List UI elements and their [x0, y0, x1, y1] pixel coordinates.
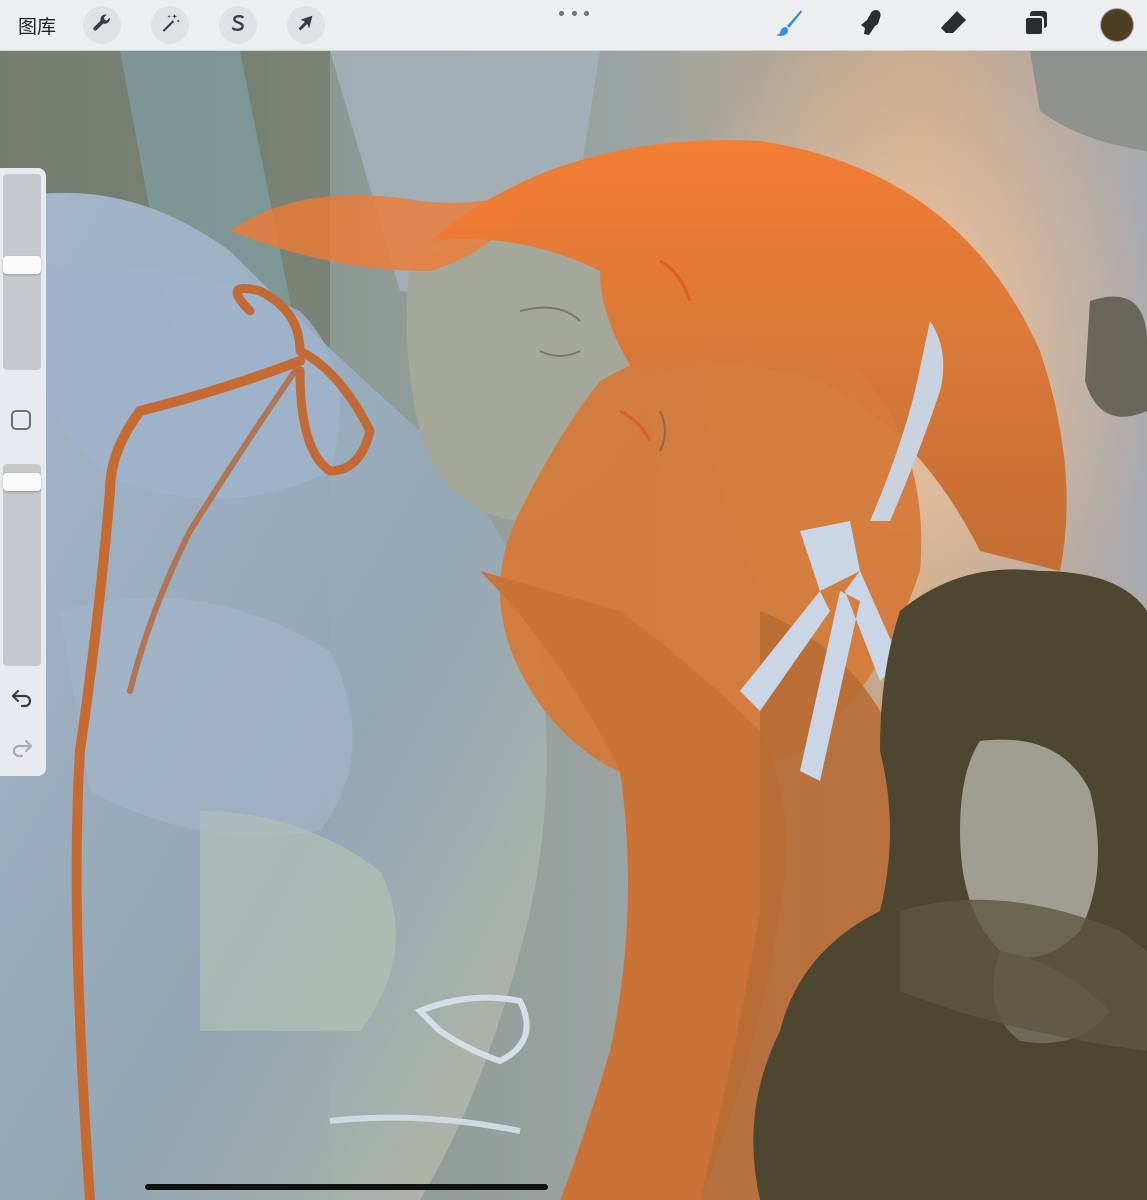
top-toolbar: 图库 — [0, 0, 1147, 51]
selection-s-icon — [227, 12, 249, 38]
brush-size-thumb[interactable] — [3, 256, 41, 274]
wrench-icon — [91, 12, 113, 38]
layers-icon — [1021, 8, 1051, 42]
smudge-tool-button[interactable] — [854, 8, 888, 42]
more-dots-icon[interactable] — [559, 7, 589, 19]
redo-icon[interactable] — [10, 736, 34, 758]
brush-size-slider[interactable] — [3, 174, 41, 370]
adjustments-button[interactable] — [151, 6, 189, 44]
undo-icon[interactable] — [10, 686, 34, 708]
actions-button[interactable] — [83, 6, 121, 44]
smudge-finger-icon — [856, 8, 886, 42]
brush-opacity-thumb[interactable] — [3, 473, 41, 491]
arrow-cursor-icon — [295, 12, 317, 38]
brush-opacity-slider[interactable] — [3, 464, 41, 666]
layers-button[interactable] — [1019, 8, 1053, 42]
eraser-icon — [939, 8, 969, 42]
brush-icon — [774, 8, 804, 42]
eraser-tool-button[interactable] — [937, 8, 971, 42]
selection-button[interactable] — [219, 6, 257, 44]
artwork-illustration — [0, 51, 1147, 1200]
square-modify-icon[interactable] — [11, 410, 31, 430]
color-picker-button[interactable] — [1101, 9, 1133, 41]
transform-button[interactable] — [287, 6, 325, 44]
brush-tool-button[interactable] — [772, 8, 806, 42]
drawing-canvas[interactable] — [0, 51, 1147, 1200]
gallery-button[interactable]: 图库 — [18, 12, 56, 39]
magic-wand-icon — [159, 12, 181, 38]
home-indicator[interactable] — [145, 1184, 548, 1190]
procreate-app: 图库 — [0, 0, 1147, 1200]
left-sidebar — [0, 168, 46, 776]
